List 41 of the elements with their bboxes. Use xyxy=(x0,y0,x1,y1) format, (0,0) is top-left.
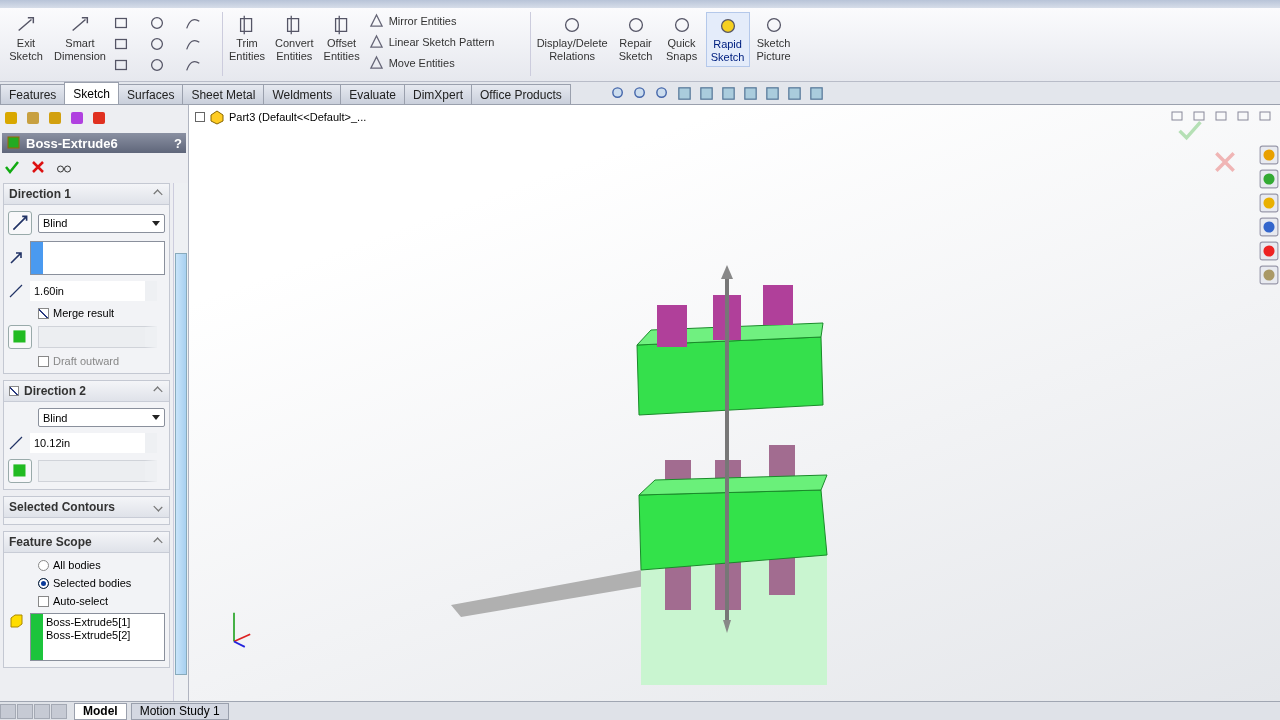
bodies-list[interactable]: Boss-Extrude5[1] Boss-Extrude5[2] xyxy=(30,613,165,661)
ribbon-button[interactable]: Move Entities xyxy=(367,54,528,71)
depth-field[interactable]: 1.60in xyxy=(30,281,157,301)
ribbon-button[interactable]: Trim Entities xyxy=(224,12,270,65)
ribbon-tab[interactable]: Surfaces xyxy=(118,84,184,104)
ribbon-tab[interactable]: Sketch xyxy=(64,82,120,104)
ribbon-tab[interactable]: DimXpert xyxy=(403,84,472,104)
merge-result-checkbox[interactable]: Merge result xyxy=(4,307,169,319)
ribbon-button[interactable]: Sketch Picture xyxy=(751,12,796,65)
ribbon-button[interactable]: Quick Snaps xyxy=(659,12,704,65)
body-item[interactable]: Boss-Extrude5[1] xyxy=(46,616,131,628)
group-title: Direction 1 xyxy=(9,187,72,201)
ribbon-button[interactable]: Repair Sketch xyxy=(613,12,658,65)
ribbon-tab[interactable]: Features xyxy=(0,84,66,104)
group-title: Feature Scope xyxy=(9,535,93,549)
document-tab[interactable]: Motion Study 1 xyxy=(130,702,229,720)
ribbon-button[interactable]: Mirror Entities xyxy=(367,12,528,29)
tree-item[interactable]: Part3 (Default<<Default>_... xyxy=(229,111,367,123)
ribbon-button[interactable]: Smart Dimension xyxy=(50,12,110,65)
ribbon-button[interactable]: Exit Sketch xyxy=(4,12,48,65)
ribbon-tab[interactable]: Weldments xyxy=(263,84,342,104)
ribbon-tab[interactable]: Sheet Metal xyxy=(182,84,265,104)
help-button[interactable]: ? xyxy=(174,135,182,151)
ribbon-button[interactable]: Offset Entities xyxy=(319,12,364,65)
group-title: Selected Contours xyxy=(9,500,117,514)
body-item[interactable]: Boss-Extrude5[2] xyxy=(46,629,131,641)
feature-title: Boss-Extrude6 xyxy=(26,135,119,151)
ribbon-button[interactable]: Rapid Sketch xyxy=(705,12,750,67)
ribbon-button[interactable]: Linear Sketch Pattern xyxy=(367,33,528,50)
radio-label[interactable]: All bodies xyxy=(53,559,101,571)
ribbon-tab[interactable]: Office Products xyxy=(471,84,571,104)
ribbon-tab[interactable]: Evaluate xyxy=(340,84,405,104)
auto-select-checkbox[interactable]: Auto-select xyxy=(4,595,169,607)
end-condition-dropdown[interactable]: Blind xyxy=(38,408,165,427)
document-tab[interactable]: Model xyxy=(74,702,127,720)
group-title: Direction 2 xyxy=(24,384,87,398)
ribbon-button[interactable]: Display/Delete Relations xyxy=(532,12,612,65)
radio-label[interactable]: Selected bodies xyxy=(53,577,132,589)
ribbon-button[interactable]: Convert Entities xyxy=(271,12,318,65)
end-condition-dropdown[interactable]: Blind xyxy=(38,213,165,233)
depth-field[interactable]: 10.12in xyxy=(30,433,157,453)
